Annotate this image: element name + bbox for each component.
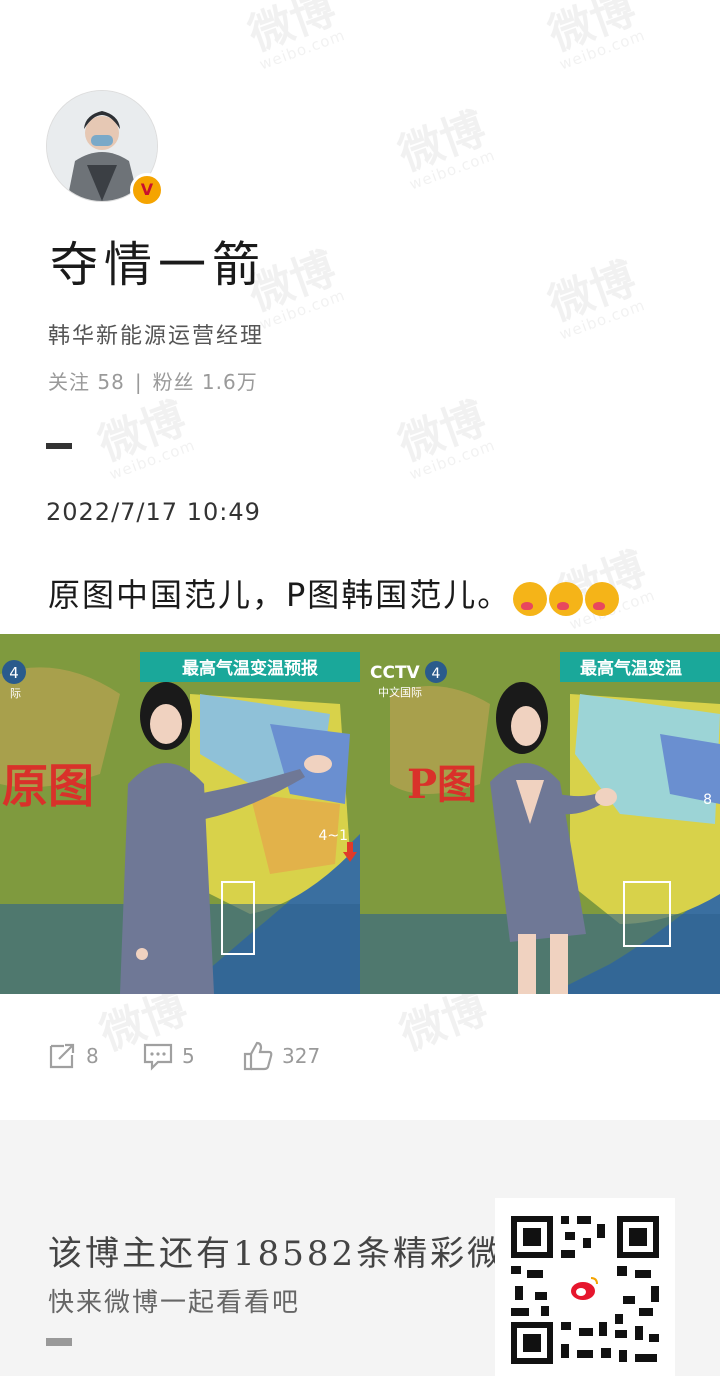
channel-number: 4 [9, 664, 19, 682]
weather-banner-text: 最高气温变温预报 [182, 658, 318, 679]
promo-subtitle: 快来微博一起看看吧 [48, 1288, 301, 1318]
thumbs-up-icon [243, 1041, 273, 1071]
map-value: 4~1 [318, 828, 348, 844]
channel-sub: 际 [10, 687, 21, 700]
watermark: 微博weibo.com [542, 0, 648, 74]
like-count: 327 [282, 1044, 321, 1068]
post-image-original[interactable]: 最高气温变温预报 4 际 原图 4~1 [0, 634, 360, 994]
watermark: 微博weibo.com [392, 102, 498, 194]
channel-sub: 中文国际 [378, 685, 422, 699]
repost-button[interactable]: 8 [46, 1038, 99, 1074]
channel-logo: CCTV [370, 663, 421, 683]
following-link[interactable]: 关注 58 [48, 370, 125, 394]
username[interactable]: 夺情一箭 [50, 225, 266, 295]
footer-divider [46, 1338, 72, 1346]
overlay-label: P图 [407, 761, 477, 808]
repost-count: 8 [86, 1044, 99, 1068]
map-value: 8 [703, 792, 712, 808]
overlay-label: 原图 [2, 759, 94, 813]
post-timestamp: 2022/7/17 10:49 [46, 498, 261, 526]
post-content: 原图中国范儿，P图韩国范儿。 [48, 570, 620, 616]
weather-banner-text: 最高气温变温 [580, 658, 682, 679]
stats-divider: | [134, 370, 143, 394]
comment-count: 5 [182, 1044, 195, 1068]
user-stats: 关注 58 | 粉丝 1.6万 [48, 366, 258, 395]
promo-title: 该博主还有18582条精彩微博 [48, 1234, 542, 1274]
verified-badge-icon: V [130, 173, 164, 207]
followers-link[interactable]: 粉丝 1.6万 [153, 370, 258, 394]
post-image-edited[interactable]: 最高气温变温 CCTV 4 中文国际 P图 8 [360, 634, 720, 994]
user-bio: 韩华新能源运营经理 [48, 324, 265, 349]
hugging-face-emoji-icon [513, 582, 548, 616]
qr-code[interactable] [495, 1198, 675, 1376]
comment-button[interactable]: 5 [142, 1038, 195, 1074]
hugging-face-emoji-icon [585, 582, 620, 616]
comment-icon [143, 1043, 173, 1071]
post-text: 原图中国范儿，P图韩国范儿。 [48, 576, 512, 614]
watermark: 微博weibo.com [242, 0, 348, 74]
channel-number: 4 [432, 666, 441, 682]
watermark: 微博weibo.com [92, 392, 198, 484]
qr-code-image [495, 1198, 675, 1376]
post-actions: 8 5 327 [0, 1038, 720, 1078]
like-button[interactable]: 327 [242, 1038, 320, 1074]
hugging-face-emoji-icon [549, 582, 584, 616]
watermark: 微博weibo.com [392, 392, 498, 484]
section-divider [46, 443, 72, 449]
watermark: 微博weibo.com [542, 252, 648, 344]
repost-icon [49, 1043, 75, 1069]
